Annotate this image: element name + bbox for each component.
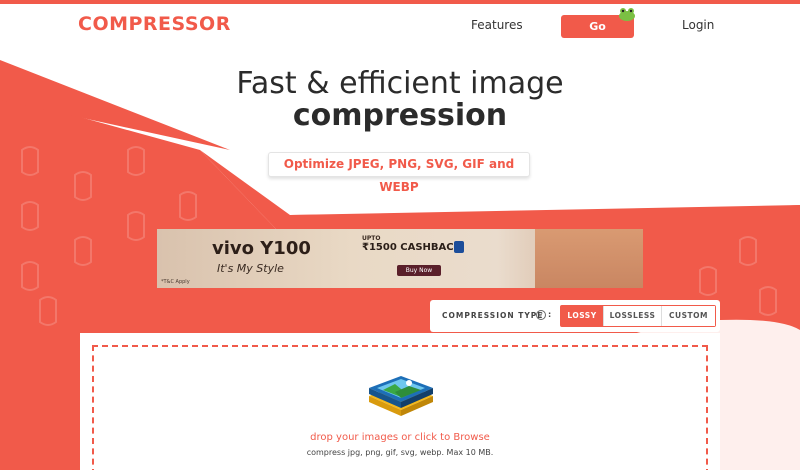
ad-buy-now-button[interactable]: Buy Now (397, 265, 441, 276)
ad-upto: UPTO (362, 235, 381, 242)
hero-title-line2: compression (292, 98, 508, 133)
image-stack-icon (369, 376, 433, 416)
ad-photo (535, 229, 643, 288)
ad-tnc: *T&C Apply (161, 279, 190, 285)
top-accent-bar (0, 0, 800, 4)
compression-type-panel: COMPRESSION TYPE ? : LOSSY LOSSLESS CUST… (430, 300, 720, 332)
nav-features-link[interactable]: Features (471, 18, 523, 32)
supported-formats-badge: Optimize JPEG, PNG, SVG, GIF and WEBP (268, 152, 530, 194)
shield-icon (454, 241, 464, 253)
ad-tagline: It's My Style (217, 262, 284, 275)
ad-cashback: ₹1500 CASHBACK (362, 242, 462, 253)
drop-limits-text: compress jpg, png, gif, svg, webp. Max 1… (306, 448, 494, 457)
custom-option[interactable]: CUSTOM (661, 306, 715, 326)
label-colon: : (548, 310, 552, 319)
frog-icon (619, 8, 635, 21)
login-link[interactable]: Login (682, 18, 714, 32)
lossy-option[interactable]: LOSSY (561, 306, 603, 326)
hero-title-line1: Fast & efficient image (236, 66, 564, 101)
site-header: COMPRESSOR Features Go Premium Login (0, 4, 800, 56)
lossless-option[interactable]: LOSSLESS (603, 306, 661, 326)
compression-type-label: COMPRESSION TYPE (442, 311, 544, 320)
site-logo[interactable]: COMPRESSOR (78, 13, 231, 35)
drop-instruction[interactable]: drop your images or click to Browse (0, 432, 800, 443)
compression-type-toggle: LOSSY LOSSLESS CUSTOM (560, 305, 716, 327)
ad-brand: vivo Y100 (212, 238, 311, 259)
advertisement-banner[interactable]: vivo Y100 It's My Style UPTO ₹1500 CASHB… (157, 229, 643, 288)
info-icon[interactable]: ? (536, 310, 546, 320)
